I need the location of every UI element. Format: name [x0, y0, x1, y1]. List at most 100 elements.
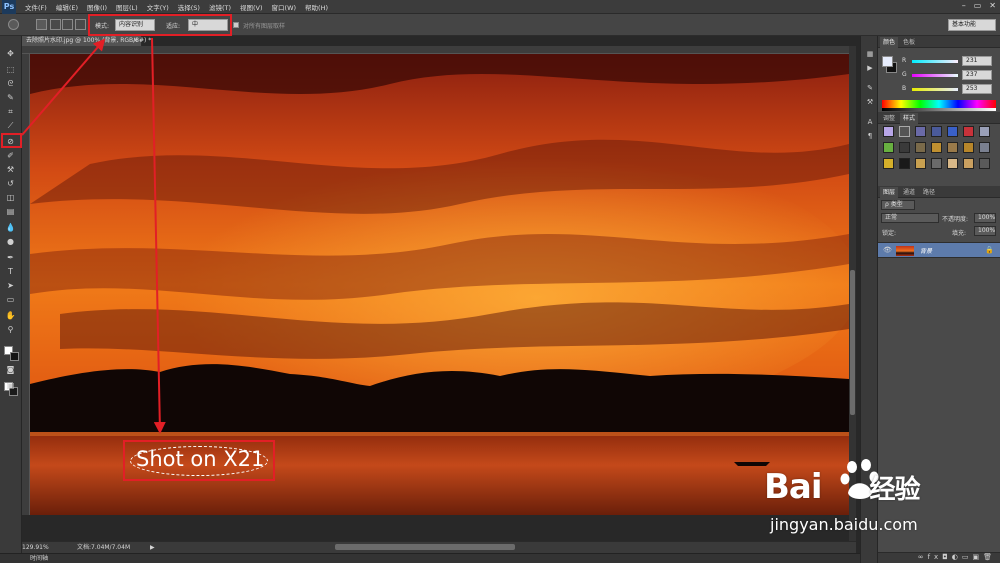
- actions-panel-icon[interactable]: ▶: [864, 64, 876, 74]
- opacity-input[interactable]: 100%: [974, 213, 996, 223]
- quick-mask-icon[interactable]: ◙: [4, 364, 17, 375]
- slider-green-value[interactable]: 237: [962, 70, 992, 80]
- color-spectrum-bar[interactable]: [882, 100, 996, 108]
- zoom-tool-icon[interactable]: ⚲: [4, 324, 17, 335]
- eye-icon[interactable]: 👁: [883, 246, 892, 254]
- path-select-tool-icon[interactable]: ➤: [4, 280, 17, 291]
- grayscale-bar[interactable]: [882, 108, 996, 111]
- menu-filter[interactable]: 滤镜(T): [209, 2, 231, 12]
- lock-label: 锁定:: [882, 230, 897, 237]
- style-swatch[interactable]: [963, 158, 974, 169]
- style-swatch[interactable]: [883, 142, 894, 153]
- tool-preset-icon[interactable]: [8, 19, 19, 30]
- style-swatch[interactable]: [883, 126, 894, 137]
- style-swatch[interactable]: [899, 158, 910, 169]
- menu-select[interactable]: 选择(S): [178, 2, 200, 12]
- style-swatch[interactable]: [979, 126, 990, 137]
- style-swatch[interactable]: [947, 126, 958, 137]
- style-swatch[interactable]: [915, 158, 926, 169]
- timeline-label[interactable]: 时间轴: [30, 555, 48, 562]
- style-swatch[interactable]: [899, 142, 910, 153]
- intersect-selection-icon[interactable]: [75, 19, 86, 30]
- brush-panel-icon[interactable]: ✎: [864, 84, 876, 94]
- gradient-tool-icon[interactable]: ▤: [4, 206, 17, 217]
- move-tool-icon[interactable]: ✥: [4, 48, 17, 59]
- restore-button[interactable]: ▭: [974, 1, 982, 10]
- history-brush-tool-icon[interactable]: ↺: [4, 178, 17, 189]
- tab-styles[interactable]: 样式: [900, 113, 919, 124]
- menu-window[interactable]: 窗口(W): [272, 2, 297, 12]
- style-swatch[interactable]: [963, 126, 974, 137]
- lasso-tool-icon[interactable]: ᘓ: [4, 78, 17, 89]
- menu-image[interactable]: 图像(I): [87, 2, 107, 12]
- brush-tool-icon[interactable]: ✐: [4, 150, 17, 161]
- vertical-scroll-thumb[interactable]: [850, 270, 855, 415]
- color-fg-swatch[interactable]: [882, 56, 893, 67]
- crop-tool-icon[interactable]: ⌗: [4, 106, 17, 117]
- clone-source-panel-icon[interactable]: ⚒: [864, 98, 876, 108]
- style-swatch[interactable]: [947, 142, 958, 153]
- tab-color[interactable]: 颜色: [880, 37, 899, 48]
- slider-red: R 231: [882, 56, 996, 67]
- slider-blue-track[interactable]: [912, 88, 958, 91]
- slider-blue-value[interactable]: 253: [962, 84, 992, 94]
- tab-swatches[interactable]: 色板: [900, 37, 918, 48]
- menu-file[interactable]: 文件(F): [25, 2, 47, 12]
- style-swatch[interactable]: [931, 142, 942, 153]
- workspace-select[interactable]: 基本功能: [948, 19, 996, 31]
- new-selection-icon[interactable]: [36, 19, 47, 30]
- style-swatch[interactable]: [963, 142, 974, 153]
- tab-adjustments[interactable]: 调整: [880, 113, 898, 124]
- eyedropper-tool-icon[interactable]: ⟋: [4, 120, 17, 131]
- style-swatch[interactable]: [931, 126, 942, 137]
- eraser-tool-icon[interactable]: ◫: [4, 192, 17, 203]
- menu-type[interactable]: 文字(Y): [147, 2, 169, 12]
- subtract-selection-icon[interactable]: [62, 19, 73, 30]
- type-tool-icon[interactable]: T: [4, 266, 17, 277]
- shape-tool-icon[interactable]: ▭: [4, 294, 17, 305]
- style-swatch[interactable]: [915, 126, 926, 137]
- sample-all-checkbox[interactable]: [233, 22, 239, 28]
- blend-mode-select[interactable]: 正常: [881, 213, 939, 223]
- style-swatch[interactable]: [915, 142, 926, 153]
- style-swatch[interactable]: [883, 158, 894, 169]
- dodge-tool-icon[interactable]: ●: [4, 236, 17, 247]
- style-swatch[interactable]: [899, 126, 910, 137]
- close-document-icon[interactable]: ×: [133, 36, 138, 46]
- slider-green-track[interactable]: [912, 74, 958, 77]
- menu-help[interactable]: 帮助(H): [305, 2, 328, 12]
- menu-view[interactable]: 视图(V): [240, 2, 263, 12]
- clone-stamp-tool-icon[interactable]: ⚒: [4, 164, 17, 175]
- style-swatch[interactable]: [931, 158, 942, 169]
- pen-tool-icon[interactable]: ✒: [4, 252, 17, 263]
- style-swatch[interactable]: [979, 142, 990, 153]
- close-window-button[interactable]: ✕: [989, 1, 996, 10]
- paragraph-panel-icon[interactable]: ¶: [864, 132, 876, 142]
- slider-red-track[interactable]: [912, 60, 958, 63]
- document-tab[interactable]: 去除照片水印.jpg @ 100% (背景, RGB/8#) * ×: [22, 36, 151, 46]
- slider-red-value[interactable]: 231: [962, 56, 992, 66]
- layer-filter-select[interactable]: ρ 类型: [881, 200, 915, 210]
- fill-input[interactable]: 100%: [974, 226, 996, 236]
- screen-mode-icon[interactable]: ▣: [4, 380, 17, 391]
- tab-layers[interactable]: 图层: [880, 187, 899, 198]
- tab-channels[interactable]: 通道: [900, 187, 918, 198]
- character-panel-icon[interactable]: A: [864, 118, 876, 128]
- menu-layer[interactable]: 图层(L): [116, 2, 138, 12]
- minimize-button[interactable]: –: [962, 1, 966, 10]
- style-swatch[interactable]: [979, 158, 990, 169]
- layer-row-background[interactable]: 👁 背景 🔒: [878, 242, 1000, 258]
- history-panel-icon[interactable]: ▦: [864, 50, 876, 60]
- menu-edit[interactable]: 编辑(E): [56, 2, 78, 12]
- blur-tool-icon[interactable]: 💧: [4, 222, 17, 233]
- tab-paths[interactable]: 路径: [920, 187, 938, 198]
- background-color-chip[interactable]: [10, 352, 19, 361]
- horizontal-scroll-thumb[interactable]: [335, 544, 515, 550]
- vertical-ruler: [22, 54, 30, 515]
- layers-panel-tabs: 图层 通道 路径: [878, 186, 1000, 198]
- marquee-tool-icon[interactable]: ⬚: [4, 64, 17, 75]
- style-swatch[interactable]: [947, 158, 958, 169]
- hand-tool-icon[interactable]: ✋: [4, 310, 17, 321]
- quick-select-tool-icon[interactable]: ✎: [4, 92, 17, 103]
- add-selection-icon[interactable]: [50, 19, 61, 30]
